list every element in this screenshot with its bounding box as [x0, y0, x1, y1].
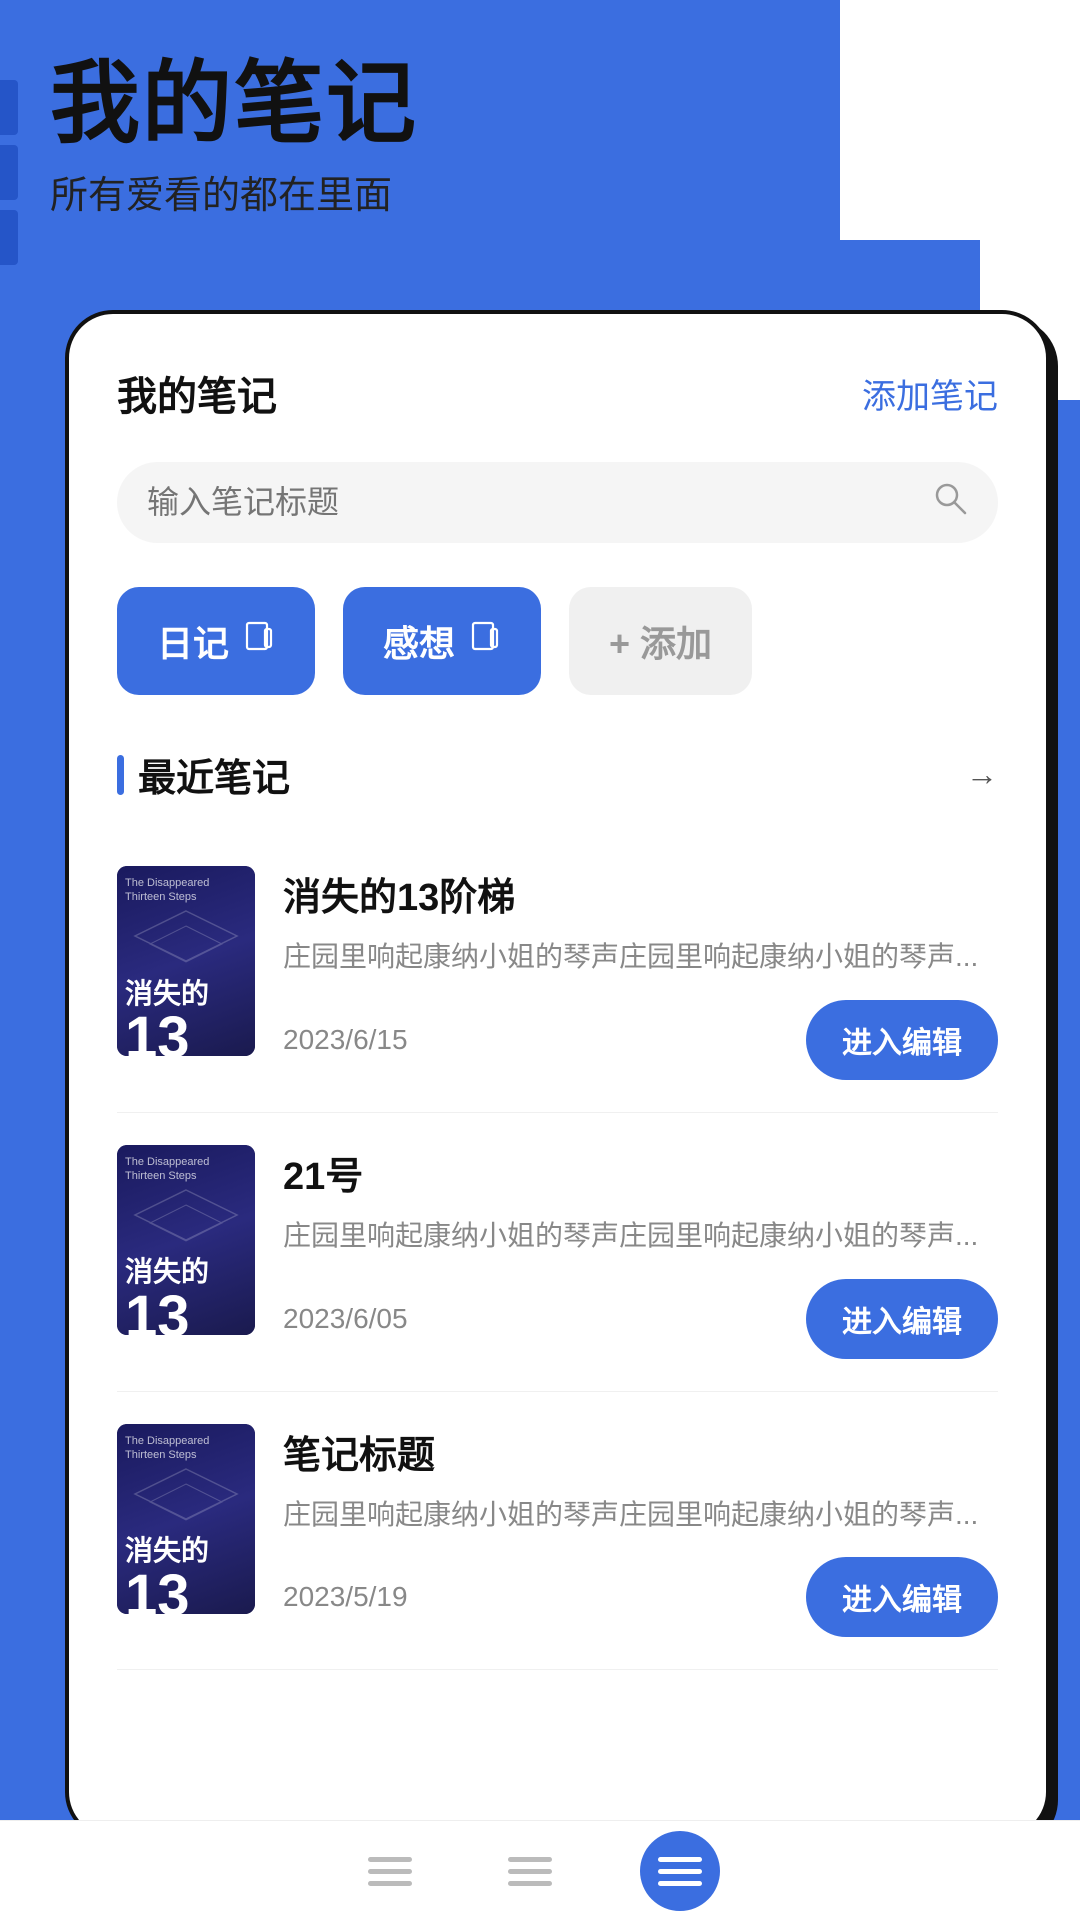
title-area: 我的笔记 所有爱看的都在里面: [50, 55, 418, 219]
accent-bar-1: [0, 80, 18, 135]
category-tabs: 日记 感想 + 添加: [117, 587, 998, 695]
add-note-button[interactable]: 添加笔记: [862, 369, 998, 418]
edit-button-0[interactable]: 进入编辑: [806, 1000, 998, 1080]
book-cover-num-1: 13: [125, 1288, 247, 1335]
note-date-0: 2023/6/15: [283, 1024, 408, 1056]
note-excerpt-0: 庄园里响起康纳小姐的琴声庄园里响起康纳小姐的琴声...: [283, 935, 998, 980]
book-cover-en-1: The Disappeared Thirteen Steps: [125, 1155, 247, 1184]
book-cover-num-2: 13: [125, 1567, 247, 1614]
tab-add-label: + 添加: [609, 615, 712, 667]
card-inner: 我的笔记 添加笔记 日记: [69, 314, 1046, 1836]
book-cover-num-0: 13: [125, 1009, 247, 1056]
note-item-2: The Disappeared Thirteen Steps 消失的 13 級台…: [117, 1392, 998, 1671]
note-content-2: 笔记标题 庄园里响起康纳小姐的琴声庄园里响起康纳小姐的琴声... 2023/5/…: [283, 1424, 998, 1638]
note-title-2: 笔记标题: [283, 1424, 998, 1479]
nav-item-1[interactable]: [360, 1841, 420, 1901]
book-cover-en-0: The Disappeared Thirteen Steps: [125, 876, 247, 905]
tab-add[interactable]: + 添加: [569, 587, 752, 695]
note-footer-1: 2023/6/05 进入编辑: [283, 1279, 998, 1359]
tab-thoughts-icon: [469, 621, 501, 661]
card-header: 我的笔记 添加笔记: [117, 364, 998, 422]
section-title: 最近笔记: [117, 747, 290, 802]
note-excerpt-2: 庄园里响起康纳小姐的琴声庄园里响起康纳小姐的琴声...: [283, 1493, 998, 1538]
note-cover-0: The Disappeared Thirteen Steps 消失的 13 級台…: [117, 866, 255, 1056]
edit-button-1[interactable]: 进入编辑: [806, 1279, 998, 1359]
note-date-1: 2023/6/05: [283, 1303, 408, 1335]
section-title-bar: [117, 755, 124, 795]
search-bar: [117, 462, 998, 543]
note-content-1: 21号 庄园里响起康纳小姐的琴声庄园里响起康纳小姐的琴声... 2023/6/0…: [283, 1145, 998, 1359]
note-item-1: The Disappeared Thirteen Steps 消失的 13 級台…: [117, 1113, 998, 1392]
notes-list: The Disappeared Thirteen Steps 消失的 13 級台…: [117, 834, 998, 1670]
tab-thoughts-label: 感想: [383, 615, 455, 667]
tab-thoughts[interactable]: 感想: [343, 587, 541, 695]
sub-title: 所有爱看的都在里面: [50, 164, 418, 219]
book-cover-en-2: The Disappeared Thirteen Steps: [125, 1434, 247, 1463]
nav-item-2[interactable]: [500, 1841, 560, 1901]
tab-diary-label: 日记: [157, 615, 229, 667]
accent-bar-3: [0, 210, 18, 265]
note-cover-2: The Disappeared Thirteen Steps 消失的 13 級台…: [117, 1424, 255, 1614]
bottom-nav: [0, 1820, 1080, 1920]
nav-item-active[interactable]: [640, 1831, 720, 1911]
note-footer-0: 2023/6/15 进入编辑: [283, 1000, 998, 1080]
note-title-0: 消失的13阶梯: [283, 866, 998, 921]
search-input[interactable]: [147, 484, 932, 521]
main-title: 我的笔记: [50, 55, 418, 154]
card-title: 我的笔记: [117, 364, 277, 422]
note-footer-2: 2023/5/19 进入编辑: [283, 1557, 998, 1637]
accent-bar-2: [0, 145, 18, 200]
phone-card: 我的笔记 添加笔记 日记: [65, 310, 1050, 1840]
note-title-1: 21号: [283, 1145, 998, 1200]
search-icon[interactable]: [932, 480, 968, 525]
section-title-text: 最近笔记: [138, 747, 290, 802]
note-excerpt-1: 庄园里响起康纳小姐的琴声庄园里响起康纳小姐的琴声...: [283, 1214, 998, 1259]
accent-bars: [0, 80, 18, 265]
note-content-0: 消失的13阶梯 庄园里响起康纳小姐的琴声庄园里响起康纳小姐的琴声... 2023…: [283, 866, 998, 1080]
section-header: 最近笔记 →: [117, 747, 998, 802]
edit-button-2[interactable]: 进入编辑: [806, 1557, 998, 1637]
note-date-2: 2023/5/19: [283, 1581, 408, 1613]
section-arrow[interactable]: →: [966, 756, 998, 793]
tab-diary[interactable]: 日记: [117, 587, 315, 695]
note-item-0: The Disappeared Thirteen Steps 消失的 13 級台…: [117, 834, 998, 1113]
note-cover-1: The Disappeared Thirteen Steps 消失的 13 級台…: [117, 1145, 255, 1335]
tab-diary-icon: [243, 621, 275, 661]
